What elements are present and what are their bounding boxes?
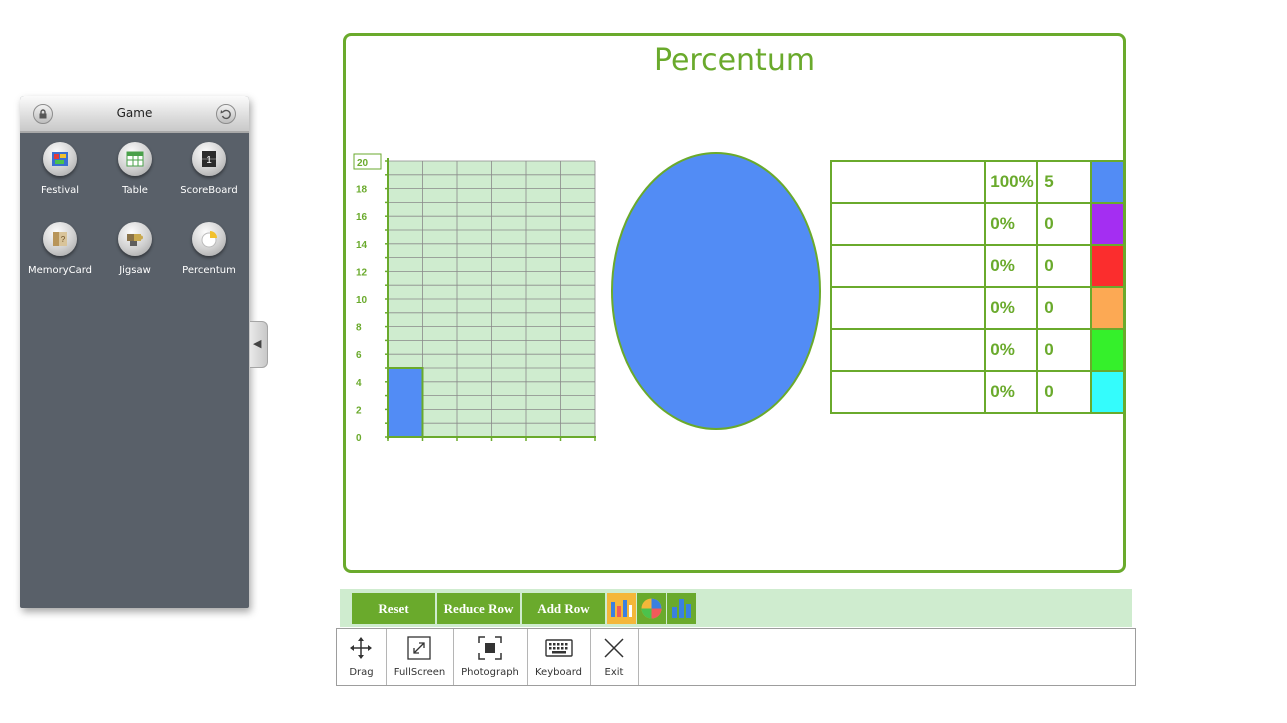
panel-title: Game [116,106,153,120]
row-name-cell[interactable] [829,160,987,204]
bar [387,367,424,438]
row-percent: 100% [984,160,1039,204]
percentum-icon [192,222,226,256]
undo-icon [220,109,231,120]
y-tick-label: 8 [356,323,362,334]
festival-icon [43,142,77,176]
app-label: Festival [40,185,80,196]
y-tick-label: 0 [356,433,362,444]
y-tick-label: 18 [356,185,368,196]
app-festival[interactable]: Festival [23,142,97,196]
row-color-swatch[interactable] [1089,202,1126,246]
svg-text:?: ? [61,235,66,244]
row-percent: 0% [984,286,1039,330]
table-row: 100% 5 [829,160,1126,204]
keyboard-icon [545,639,573,657]
back-button[interactable] [216,104,236,124]
row-count-input[interactable]: 0 [1036,202,1092,246]
photograph-label: Photograph [461,667,519,678]
column-chart-icon[interactable] [667,593,696,624]
row-percent: 0% [984,370,1039,414]
app-jigsaw[interactable]: Jigsaw [98,222,172,276]
app-memory-card[interactable]: ? MemoryCard [23,222,97,276]
y-tick-label: 10 [356,295,368,306]
fullscreen-icon [407,636,431,660]
pie-chart-icon[interactable] [637,593,666,624]
collapse-panel-button[interactable]: ◀ [250,321,268,368]
row-count-input[interactable]: 5 [1036,160,1092,204]
keyboard-button[interactable]: Keyboard [527,629,591,685]
app-label: MemoryCard [27,265,93,276]
row-count-input[interactable]: 0 [1036,328,1092,372]
app-scoreboard[interactable]: 1 ScoreBoard [172,142,246,196]
exit-icon [604,638,624,658]
row-count-input[interactable]: 0 [1036,370,1092,414]
reset-button[interactable]: Reset [352,593,435,624]
y-tick-label: 16 [356,212,368,223]
app-label: Jigsaw [119,265,151,276]
app-label: Table [122,185,148,196]
y-tick-label: 12 [356,267,368,278]
drag-icon [350,637,372,659]
table-row: 0% 0 [829,370,1126,414]
svg-text:1: 1 [206,155,212,166]
table-row: 0% 0 [829,328,1126,372]
game-panel: Game Festival Table 1 ScoreBoard ? Memor… [20,96,249,608]
bottom-toolbar: Drag FullScreen Photograph Keyboard Exit [336,628,1136,686]
panel-header: Game [20,96,249,133]
app-label: ScoreBoard [180,185,238,196]
app-table[interactable]: Table [98,142,172,196]
bar-chart-icon[interactable] [607,593,636,624]
board-title: Percentum [653,43,816,78]
exit-label: Exit [604,667,624,678]
row-count-input[interactable]: 0 [1036,244,1092,288]
row-percent: 0% [984,244,1039,288]
pie-slice [611,152,821,430]
row-count-input[interactable]: 0 [1036,286,1092,330]
exit-button[interactable]: Exit [590,629,639,685]
app-percentum[interactable]: Percentum [172,222,246,276]
row-percent: 0% [984,202,1039,246]
y-tick-label: 4 [356,378,362,389]
row-color-swatch[interactable] [1089,244,1126,288]
keyboard-label: Keyboard [534,667,582,678]
row-name-cell[interactable] [829,286,987,330]
drag-button[interactable]: Drag [337,629,387,685]
pie-chart [611,152,821,430]
drag-label: Drag [349,667,374,678]
row-name-cell[interactable] [829,370,987,414]
table-row: 0% 0 [829,244,1126,288]
app-label: Percentum [182,265,236,276]
row-color-swatch[interactable] [1089,160,1126,204]
scoreboard-icon: 1 [192,142,226,176]
data-table: 100% 5 0% 0 0% 0 0% 0 0% 0 0% 0 [829,160,1126,414]
row-color-swatch[interactable] [1089,328,1126,372]
bar-chart: 20 0 2 4 6 8 10 12 14 16 18 [353,153,596,444]
add-row-button[interactable]: Add Row [522,593,605,624]
row-percent: 0% [984,328,1039,372]
row-color-swatch[interactable] [1089,370,1126,414]
y-tick-label: 2 [356,405,362,416]
percentum-toolbar: Reset Reduce Row Add Row [340,589,1132,627]
y-tick-label: 14 [356,240,368,251]
jigsaw-icon [118,222,152,256]
photograph-icon [478,636,502,660]
row-name-cell[interactable] [829,328,987,372]
y-tick-label: 6 [356,350,362,361]
percentum-board: Percentum 20 0 2 4 6 8 10 12 14 16 18 100% 5 0% 0 0% 0… [343,33,1126,573]
row-name-cell[interactable] [829,244,987,288]
row-name-cell[interactable] [829,202,987,246]
table-row: 0% 0 [829,286,1126,330]
photograph-button[interactable]: Photograph [453,629,528,685]
arrow-left-icon: ◀ [253,337,262,350]
y-max-value: 20 [357,158,369,169]
fullscreen-button[interactable]: FullScreen [386,629,454,685]
memory-card-icon: ? [43,222,77,256]
table-row: 0% 0 [829,202,1126,246]
row-color-swatch[interactable] [1089,286,1126,330]
reduce-row-button[interactable]: Reduce Row [437,593,520,624]
table-icon [118,142,152,176]
fullscreen-label: FullScreen [393,667,446,678]
